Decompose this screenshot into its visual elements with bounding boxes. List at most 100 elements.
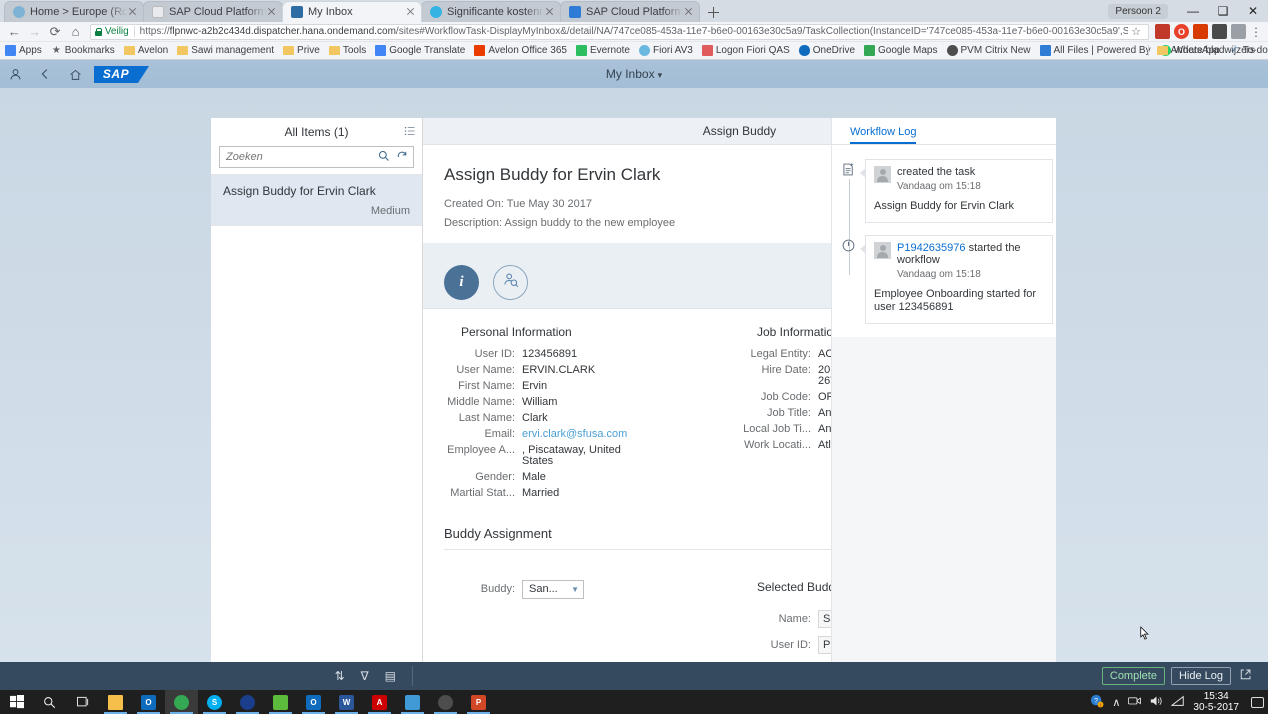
description-text: Description: Assign buddy to the new emp… xyxy=(444,216,676,229)
browser-tab-0[interactable]: Home > Europe (Rot) > xyxy=(4,1,144,22)
bookmark-avelon-office-365[interactable]: Avelon Office 365 xyxy=(474,45,567,56)
evernote-extension-icon[interactable] xyxy=(1212,24,1228,39)
bookmark-fiori-av3[interactable]: Fiori AV3 xyxy=(638,45,693,56)
home-button[interactable]: ⌂ xyxy=(65,23,85,41)
bookmark-tools[interactable]: Tools xyxy=(328,45,366,56)
filter-icon[interactable]: ∇ xyxy=(361,669,369,683)
sort-icon[interactable]: ⇅ xyxy=(335,669,345,683)
sort-list-icon[interactable] xyxy=(404,125,416,140)
close-icon[interactable] xyxy=(266,6,278,18)
browser-tab-4[interactable]: SAP Cloud Platform Wor xyxy=(560,1,700,22)
taskbar-app-skype[interactable]: S xyxy=(198,690,231,714)
all-items-title: All Items (1) xyxy=(284,125,349,139)
taskbar-app-chrome[interactable] xyxy=(165,690,198,714)
security-alert-icon[interactable]: ?! xyxy=(1090,694,1104,711)
field-row: Last Name: Clark xyxy=(444,412,740,424)
bookmark-star-icon[interactable]: ☆ xyxy=(1128,25,1144,38)
close-icon[interactable] xyxy=(127,6,139,18)
log-user-link[interactable]: P1942635976 xyxy=(897,242,966,254)
bookmark-sawi-management[interactable]: Sawi management xyxy=(177,45,274,56)
email-link[interactable]: ervi.clark@sfusa.com xyxy=(522,428,740,440)
bookmark-prive[interactable]: Prive xyxy=(283,45,320,56)
search-button[interactable] xyxy=(33,690,66,714)
mouse-cursor xyxy=(1140,626,1149,640)
back-button[interactable]: ← xyxy=(4,23,24,41)
forward-button[interactable]: → xyxy=(24,23,44,41)
browser-tab-3[interactable]: Significante kostenreduc xyxy=(421,1,561,22)
info-tab[interactable]: i xyxy=(444,264,479,300)
folder-icon xyxy=(177,46,189,55)
bookmark-label: Bookmarks xyxy=(64,45,115,56)
bookmark-evernote[interactable]: Evernote xyxy=(575,45,630,56)
address-bar[interactable]: Veilig https://flpnwc-a2b2c434d.dispatch… xyxy=(89,23,1150,40)
taskbar-app-citrix[interactable] xyxy=(429,690,462,714)
close-icon[interactable] xyxy=(405,6,417,18)
minimize-button[interactable]: — xyxy=(1178,0,1208,22)
close-icon[interactable] xyxy=(683,6,695,18)
other-bookmarks-button[interactable]: Andere bladwijzers xyxy=(1147,45,1255,56)
bookmark-onedrive[interactable]: OneDrive xyxy=(798,45,855,56)
network-icon[interactable] xyxy=(1170,695,1185,710)
search-field[interactable] xyxy=(219,146,414,168)
notes-icon xyxy=(405,694,420,710)
taskbar-app-evernote[interactable] xyxy=(264,690,297,714)
bookmarks-bar: Apps ★ Bookmarks Avelon Sawi management P… xyxy=(0,42,1268,60)
taskbar-app-file-explorer[interactable] xyxy=(99,690,132,714)
taskbar-app-acrobat[interactable]: A xyxy=(363,690,396,714)
maximize-button[interactable]: ❑ xyxy=(1208,0,1238,22)
show-hidden-icons-chevron-icon[interactable]: ∧ xyxy=(1112,696,1120,709)
search-input[interactable] xyxy=(226,151,375,163)
gray-extension-icon[interactable] xyxy=(1231,24,1247,39)
bookmark-avelon[interactable]: Avelon xyxy=(123,45,168,56)
taskbar-app-outlook[interactable]: O xyxy=(132,690,165,714)
office-extension-icon[interactable] xyxy=(1193,24,1209,39)
list-item[interactable]: Assign Buddy for Ervin Clark Medium xyxy=(211,174,422,226)
close-icon[interactable] xyxy=(544,6,556,18)
complete-button[interactable]: Complete xyxy=(1101,667,1165,685)
taskbar-app-blue-circle[interactable] xyxy=(231,690,264,714)
reload-button[interactable]: ⟳ xyxy=(45,23,65,41)
start-button[interactable] xyxy=(0,690,33,714)
new-tab-button[interactable] xyxy=(703,4,725,22)
open-in-new-window-icon[interactable] xyxy=(1237,668,1254,684)
field-label: User Name: xyxy=(456,363,515,376)
taskbar-app-powerpoint[interactable]: P xyxy=(462,690,495,714)
volume-icon[interactable] xyxy=(1150,695,1163,710)
bookmark-all-files[interactable]: All Files | Powered By xyxy=(1039,45,1151,56)
buddy-select[interactable]: San... ▼ xyxy=(522,579,584,599)
hide-log-button[interactable]: Hide Log xyxy=(1170,667,1231,685)
field-row: Email: ervi.clark@sfusa.com xyxy=(444,428,740,440)
red-extension-icon[interactable] xyxy=(1155,24,1171,39)
close-window-button[interactable]: ✕ xyxy=(1238,0,1268,22)
task-view-button[interactable] xyxy=(66,690,99,714)
bookmark-google-maps[interactable]: Google Maps xyxy=(864,45,938,56)
opera-extension-icon[interactable]: O xyxy=(1174,24,1190,39)
bookmark-pvm-citrix-new[interactable]: PVM Citrix New xyxy=(946,45,1031,56)
bookmark-apps[interactable]: Apps xyxy=(5,45,42,56)
bookmark-logon-fiori-qas[interactable]: Logon Fiori QAS xyxy=(701,45,790,56)
refresh-icon[interactable] xyxy=(393,150,411,165)
notification-icon[interactable] xyxy=(1251,696,1264,708)
taskbar-app-notes[interactable] xyxy=(396,690,429,714)
group-icon[interactable]: ▤ xyxy=(385,669,396,683)
taskbar-app-word[interactable]: W xyxy=(330,690,363,714)
profile-button[interactable]: Persoon 2 xyxy=(1108,3,1168,19)
bookmark-google-translate[interactable]: Google Translate xyxy=(375,45,465,56)
person-search-tab[interactable] xyxy=(493,264,528,300)
search-icon[interactable] xyxy=(375,150,393,165)
footer-right-actions: Complete Hide Log xyxy=(423,667,1268,685)
browser-tab-1[interactable]: SAP Cloud Platform Work xyxy=(143,1,283,22)
taskbar-app-outlook2[interactable]: O xyxy=(297,690,330,714)
field-value: Ervin xyxy=(522,379,548,392)
browser-tab-2[interactable]: My Inbox xyxy=(282,1,422,22)
tab-workflow-log[interactable]: Workflow Log xyxy=(850,126,917,144)
clock[interactable]: 15:34 30-5-2017 xyxy=(1193,691,1239,713)
bookmark-bookmarks[interactable]: ★ Bookmarks xyxy=(51,45,115,56)
browser-menu-button[interactable]: ⋮ xyxy=(1248,25,1264,39)
field-label: Job Code: xyxy=(760,390,811,403)
browser-tabstrip: Home > Europe (Rot) > SAP Cloud Platform… xyxy=(0,0,1268,22)
skype-icon: S xyxy=(207,694,222,710)
camera-icon[interactable] xyxy=(1128,695,1142,709)
bookmark-label: Apps xyxy=(19,45,42,56)
shell-title[interactable]: My Inbox ▾ xyxy=(0,67,1268,81)
